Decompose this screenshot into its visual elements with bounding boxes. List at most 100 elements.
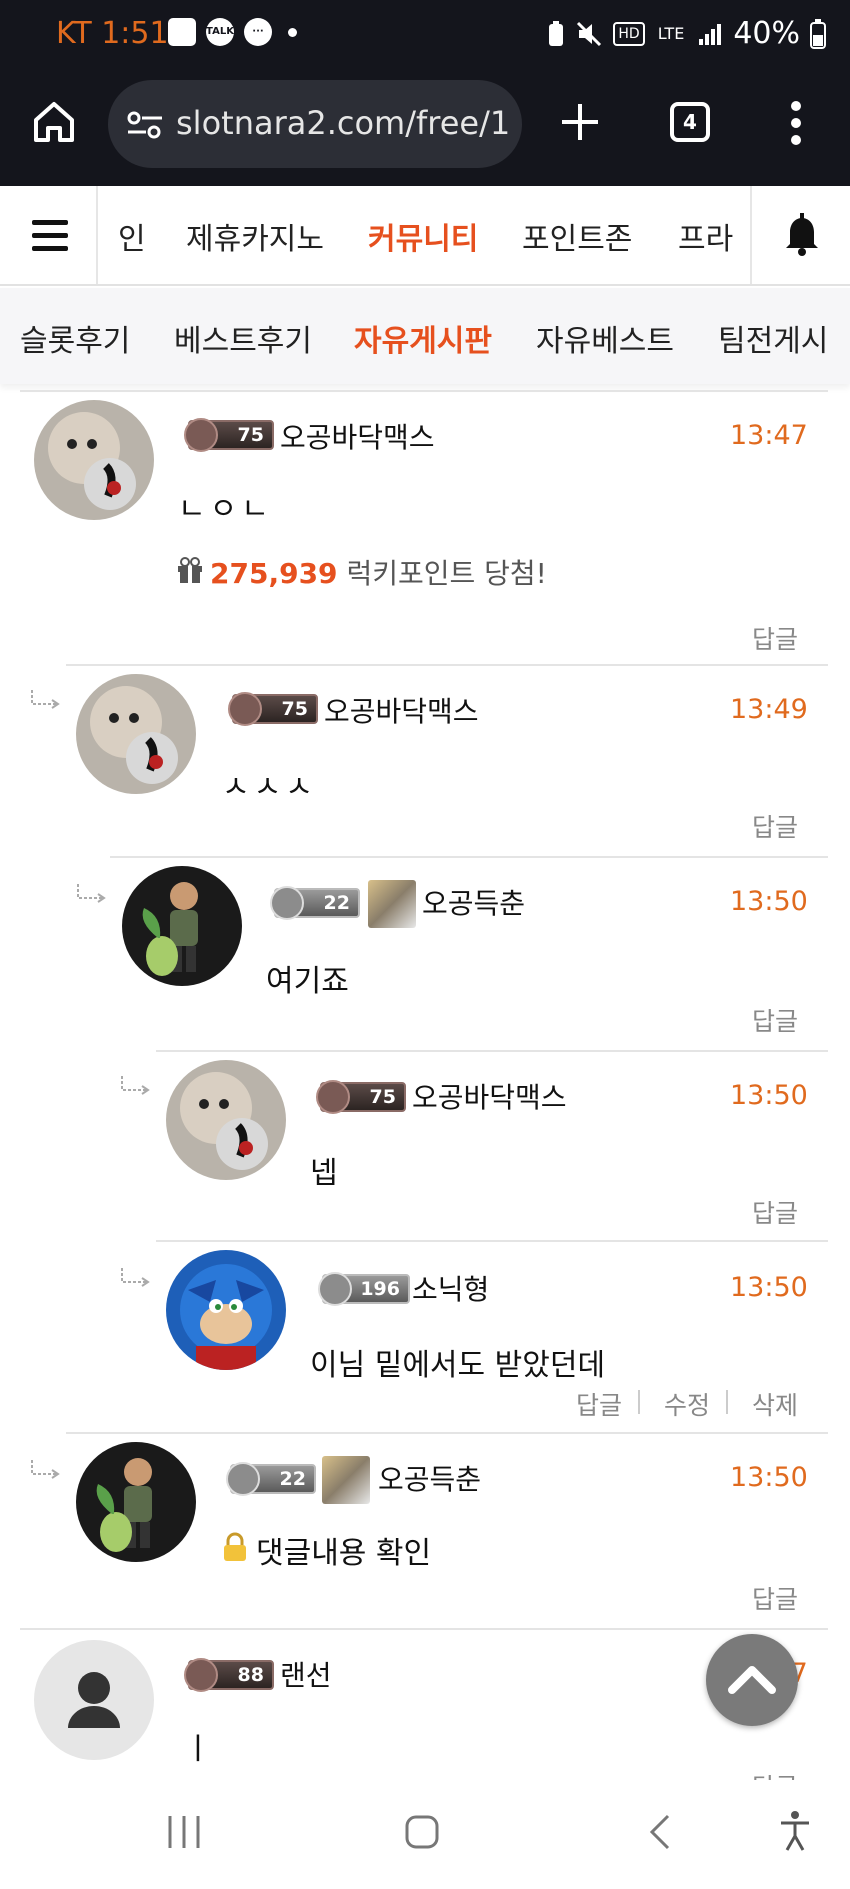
gallery-notification-icon [168,18,196,46]
comment-time: 13:49 [730,694,808,725]
level-badge: 22 [270,886,360,920]
message-notification-icon: ··· [244,18,272,46]
comment-item: 22 오공득춘 13:50 여기죠 답글 [0,856,850,1050]
edit-button[interactable]: 수정 [664,1386,710,1422]
comment-time: 13:50 [730,886,808,917]
comment-time: 13:50 [730,1272,808,1303]
system-nav-bar [0,1780,850,1889]
comment-item: 75 오공바닥맥스 13:50 넵 답글 [0,1050,850,1240]
reply-arrow-icon [31,1460,60,1479]
more-notifications-dot-icon [288,27,297,37]
level-badge: 75 [184,418,274,452]
comment-author[interactable]: 랜선 [280,1654,332,1694]
reply-arrow-icon [121,1076,150,1095]
battery-icon [810,18,826,49]
gift-icon [178,557,202,583]
avatar[interactable] [76,674,196,794]
status-bar: KT 1:51 TALK ··· HD LTE 40% [0,0,850,70]
subnav-best-review[interactable]: 베스트후기 [174,316,312,360]
nav-item-point-zone[interactable]: 포인트존 [522,214,632,258]
comment-author[interactable]: 오공바닥맥스 [280,416,435,456]
avatar[interactable] [34,1640,154,1760]
reply-button[interactable]: 답글 [752,1002,798,1038]
lucky-points-value: 275,939 [210,557,338,590]
home-nav-icon[interactable] [404,1814,440,1850]
scroll-top-button[interactable] [706,1634,798,1726]
tab-switcher-button[interactable]: 4 [670,102,710,142]
new-tab-plus-icon[interactable] [560,102,600,142]
reply-button[interactable]: 답글 [752,1194,798,1230]
home-icon[interactable] [30,98,78,146]
subnav-free-best[interactable]: 자유베스트 [536,316,674,360]
mute-icon [577,21,602,46]
nav-item-partner-casino[interactable]: 제휴카지노 [186,214,324,258]
kakaotalk-notification-icon: TALK [206,18,234,46]
hd-voice-icon: HD [613,21,645,46]
more-menu-icon[interactable] [788,100,804,146]
reply-arrow-icon [121,1268,150,1287]
reply-button[interactable]: 답글 [752,620,798,656]
lte-icon: LTE [657,23,685,43]
avatar[interactable] [122,866,242,986]
level-badge: 75 [316,1080,406,1114]
lucky-points-label: 럭키포인트 당첨! [346,557,547,590]
site-settings-icon[interactable] [126,110,164,140]
hamburger-menu-icon[interactable] [0,186,98,284]
comment-item: 22 오공득춘 13:50 댓글내용 확인 답글 [0,1432,850,1628]
reply-button[interactable]: 답글 [752,1768,798,1780]
subnav-free-board[interactable]: 자유게시판 [354,316,492,360]
signal-icon [699,23,722,45]
browser-toolbar: slotnara2.com/free/1 4 [0,70,850,186]
avatar[interactable] [166,1060,286,1180]
comment-text: ㄴㅇㄴ [178,492,273,527]
accessibility-icon[interactable] [778,1810,812,1852]
delete-button[interactable]: 삭제 [752,1386,798,1422]
reply-arrow-icon [77,884,106,903]
comment-text: 넵 [310,1156,338,1191]
comment-text[interactable]: 댓글내용 확인 [256,1528,431,1572]
comment-author[interactable]: 오공바닥맥스 [324,690,479,730]
status-time: KT 1:51 [56,16,169,51]
address-bar[interactable]: slotnara2.com/free/1 [108,80,522,168]
lock-icon [224,1532,246,1561]
comment-time: 13:50 [730,1462,808,1493]
avatar[interactable] [34,400,154,520]
board-sub-nav: 슬롯후기 베스트후기 자유게시판 자유베스트 팀전게시 [0,288,850,384]
level-badge: 22 [226,1462,316,1496]
level-badge: 196 [318,1272,410,1306]
url-text: slotnara2.com/free/1 [176,104,511,142]
lucky-points-message: 275,939 럭키포인트 당첨! [210,552,547,592]
nav-item-pra[interactable]: 프라 [678,214,733,258]
chevron-up-icon [728,1666,776,1694]
comment-time: 13:47 [730,420,808,451]
nav-item-login[interactable]: 인 [118,214,146,258]
comment-item: 75 오공바닥맥스 13:49 ㅅㅅㅅ 답글 [0,664,850,856]
reply-button[interactable]: 답글 [752,808,798,844]
avatar[interactable] [166,1250,286,1370]
level-badge: 75 [228,692,318,726]
reply-button[interactable]: 답글 [752,1580,798,1616]
reply-button[interactable]: 답글 [576,1386,622,1422]
comment-author[interactable]: 오공바닥맥스 [412,1076,567,1116]
comment-author[interactable]: 소닉형 [412,1268,489,1308]
reply-arrow-icon [31,690,60,709]
comment-item: 196 소닉형 13:50 이님 밑에서도 받았던데 답글 수정 삭제 [0,1240,850,1432]
profile-icon [368,880,416,928]
subnav-slot-review[interactable]: 슬롯후기 [20,316,130,360]
level-badge: 88 [184,1658,274,1692]
recent-apps-icon[interactable] [166,1814,202,1850]
comment-text: ㅅㅅㅅ [222,770,317,805]
comment-text: 이님 밑에서도 받았던데 [310,1348,606,1383]
nav-item-community[interactable]: 커뮤니티 [368,214,478,258]
back-icon[interactable] [648,1812,672,1852]
battery-saver-icon [549,20,564,46]
comment-author[interactable]: 오공득춘 [422,882,525,922]
comment-text: 여기죠 [266,964,349,999]
notification-bell-icon[interactable] [750,186,850,284]
comment-author[interactable]: 오공득춘 [378,1458,481,1498]
battery-percent: 40% [733,16,800,51]
comment-time: 13:50 [730,1080,808,1111]
subnav-team-board[interactable]: 팀전게시 [718,316,828,360]
site-main-nav: 인 제휴카지노 커뮤니티 포인트존 프라 [0,186,850,286]
avatar[interactable] [76,1442,196,1562]
